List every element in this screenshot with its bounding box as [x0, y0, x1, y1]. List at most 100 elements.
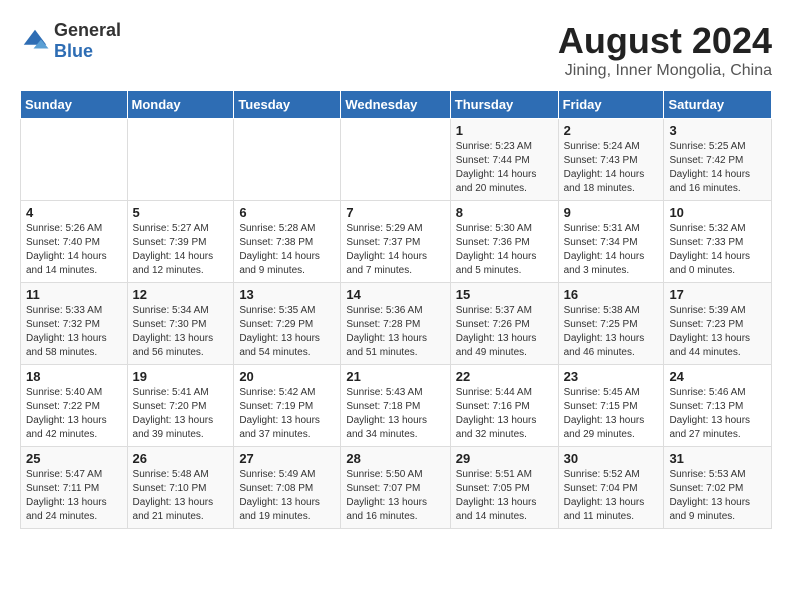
day-info: Sunrise: 5:26 AM Sunset: 7:40 PM Dayligh… [26, 222, 122, 278]
day-info: Sunrise: 5:50 AM Sunset: 7:07 PM Dayligh… [346, 468, 444, 524]
calendar-cell: 31 Sunrise: 5:53 AM Sunset: 7:02 PM Dayli… [664, 447, 772, 529]
column-header-saturday: Saturday [664, 91, 772, 119]
title-section: August 2024 Jining, Inner Mongolia, Chin… [558, 20, 772, 80]
day-info: Sunrise: 5:31 AM Sunset: 7:34 PM Dayligh… [564, 222, 659, 278]
calendar-header-row: SundayMondayTuesdayWednesdayThursdayFrid… [21, 91, 772, 119]
calendar-cell: 1Sunrise: 5:23 AM Sunset: 7:44 PM Daylig… [450, 119, 558, 201]
day-info: Sunrise: 5:48 AM Sunset: 7:10 PM Dayligh… [133, 468, 229, 524]
day-info: Sunrise: 5:46 AM Sunset: 7:13 PM Dayligh… [669, 386, 766, 442]
logo-icon [20, 26, 50, 56]
calendar-table: SundayMondayTuesdayWednesdayThursdayFrid… [20, 90, 772, 529]
calendar-cell: 18 Sunrise: 5:40 AM Sunset: 7:22 PM Dayli… [21, 365, 128, 447]
calendar-cell: 14 Sunrise: 5:36 AM Sunset: 7:28 PM Dayli… [341, 283, 450, 365]
calendar-cell: 20 Sunrise: 5:42 AM Sunset: 7:19 PM Dayli… [234, 365, 341, 447]
calendar-week-row: 4 Sunrise: 5:26 AM Sunset: 7:40 PM Daylig… [21, 201, 772, 283]
day-info: Sunrise: 5:44 AM Sunset: 7:16 PM Dayligh… [456, 386, 553, 442]
day-number: 30 [564, 451, 659, 466]
day-info: Sunrise: 5:24 AM Sunset: 7:43 PM Dayligh… [564, 140, 659, 196]
calendar-cell: 28Sunrise: 5:50 AM Sunset: 7:07 PM Dayli… [341, 447, 450, 529]
calendar-cell [127, 119, 234, 201]
calendar-week-row: 1Sunrise: 5:23 AM Sunset: 7:44 PM Daylig… [21, 119, 772, 201]
day-number: 19 [133, 369, 229, 384]
calendar-week-row: 25 Sunrise: 5:47 AM Sunset: 7:11 PM Dayli… [21, 447, 772, 529]
calendar-cell: 25 Sunrise: 5:47 AM Sunset: 7:11 PM Dayli… [21, 447, 128, 529]
day-info: Sunrise: 5:49 AM Sunset: 7:08 PM Dayligh… [239, 468, 335, 524]
day-number: 15 [456, 287, 553, 302]
day-info: Sunrise: 5:42 AM Sunset: 7:19 PM Dayligh… [239, 386, 335, 442]
month-year-title: August 2024 [558, 20, 772, 62]
calendar-cell: 27 Sunrise: 5:49 AM Sunset: 7:08 PM Dayli… [234, 447, 341, 529]
day-info: Sunrise: 5:33 AM Sunset: 7:32 PM Dayligh… [26, 304, 122, 360]
day-info: Sunrise: 5:27 AM Sunset: 7:39 PM Dayligh… [133, 222, 229, 278]
calendar-cell: 9Sunrise: 5:31 AM Sunset: 7:34 PM Daylig… [558, 201, 664, 283]
day-info: Sunrise: 5:45 AM Sunset: 7:15 PM Dayligh… [564, 386, 659, 442]
day-number: 16 [564, 287, 659, 302]
day-info: Sunrise: 5:34 AM Sunset: 7:30 PM Dayligh… [133, 304, 229, 360]
page-header: General Blue August 2024 Jining, Inner M… [20, 20, 772, 80]
logo-blue: Blue [54, 41, 93, 61]
day-info: Sunrise: 5:47 AM Sunset: 7:11 PM Dayligh… [26, 468, 122, 524]
calendar-cell: 15 Sunrise: 5:37 AM Sunset: 7:26 PM Dayli… [450, 283, 558, 365]
calendar-week-row: 11 Sunrise: 5:33 AM Sunset: 7:32 PM Dayli… [21, 283, 772, 365]
calendar-cell [341, 119, 450, 201]
calendar-cell: 8Sunrise: 5:30 AM Sunset: 7:36 PM Daylig… [450, 201, 558, 283]
day-info: Sunrise: 5:53 AM Sunset: 7:02 PM Dayligh… [669, 468, 766, 524]
day-info: Sunrise: 5:35 AM Sunset: 7:29 PM Dayligh… [239, 304, 335, 360]
day-number: 22 [456, 369, 553, 384]
calendar-cell: 16Sunrise: 5:38 AM Sunset: 7:25 PM Dayli… [558, 283, 664, 365]
day-number: 12 [133, 287, 229, 302]
day-number: 4 [26, 205, 122, 220]
day-number: 21 [346, 369, 444, 384]
calendar-cell: 5Sunrise: 5:27 AM Sunset: 7:39 PM Daylig… [127, 201, 234, 283]
location-subtitle: Jining, Inner Mongolia, China [558, 62, 772, 80]
column-header-tuesday: Tuesday [234, 91, 341, 119]
day-number: 26 [133, 451, 229, 466]
day-number: 2 [564, 123, 659, 138]
logo-general: General [54, 20, 121, 40]
calendar-cell: 10 Sunrise: 5:32 AM Sunset: 7:33 PM Dayli… [664, 201, 772, 283]
calendar-cell: 21 Sunrise: 5:43 AM Sunset: 7:18 PM Dayli… [341, 365, 450, 447]
day-info: Sunrise: 5:32 AM Sunset: 7:33 PM Dayligh… [669, 222, 766, 278]
day-number: 1 [456, 123, 553, 138]
day-number: 6 [239, 205, 335, 220]
calendar-cell: 29Sunrise: 5:51 AM Sunset: 7:05 PM Dayli… [450, 447, 558, 529]
day-info: Sunrise: 5:39 AM Sunset: 7:23 PM Dayligh… [669, 304, 766, 360]
day-info: Sunrise: 5:28 AM Sunset: 7:38 PM Dayligh… [239, 222, 335, 278]
calendar-cell: 17 Sunrise: 5:39 AM Sunset: 7:23 PM Dayli… [664, 283, 772, 365]
day-info: Sunrise: 5:30 AM Sunset: 7:36 PM Dayligh… [456, 222, 553, 278]
day-number: 18 [26, 369, 122, 384]
calendar-cell: 12 Sunrise: 5:34 AM Sunset: 7:30 PM Dayli… [127, 283, 234, 365]
day-info: Sunrise: 5:25 AM Sunset: 7:42 PM Dayligh… [669, 140, 766, 196]
day-number: 25 [26, 451, 122, 466]
day-number: 11 [26, 287, 122, 302]
day-number: 20 [239, 369, 335, 384]
day-info: Sunrise: 5:41 AM Sunset: 7:20 PM Dayligh… [133, 386, 229, 442]
day-number: 31 [669, 451, 766, 466]
calendar-cell: 7Sunrise: 5:29 AM Sunset: 7:37 PM Daylig… [341, 201, 450, 283]
day-number: 27 [239, 451, 335, 466]
day-number: 29 [456, 451, 553, 466]
calendar-cell: 6 Sunrise: 5:28 AM Sunset: 7:38 PM Daylig… [234, 201, 341, 283]
day-info: Sunrise: 5:36 AM Sunset: 7:28 PM Dayligh… [346, 304, 444, 360]
calendar-cell: 30Sunrise: 5:52 AM Sunset: 7:04 PM Dayli… [558, 447, 664, 529]
day-info: Sunrise: 5:43 AM Sunset: 7:18 PM Dayligh… [346, 386, 444, 442]
calendar-cell: 19 Sunrise: 5:41 AM Sunset: 7:20 PM Dayli… [127, 365, 234, 447]
column-header-sunday: Sunday [21, 91, 128, 119]
day-number: 17 [669, 287, 766, 302]
day-number: 13 [239, 287, 335, 302]
calendar-week-row: 18 Sunrise: 5:40 AM Sunset: 7:22 PM Dayli… [21, 365, 772, 447]
calendar-cell [234, 119, 341, 201]
calendar-cell: 11 Sunrise: 5:33 AM Sunset: 7:32 PM Dayli… [21, 283, 128, 365]
day-number: 10 [669, 205, 766, 220]
day-number: 14 [346, 287, 444, 302]
day-number: 7 [346, 205, 444, 220]
day-info: Sunrise: 5:40 AM Sunset: 7:22 PM Dayligh… [26, 386, 122, 442]
column-header-friday: Friday [558, 91, 664, 119]
calendar-cell: 2 Sunrise: 5:24 AM Sunset: 7:43 PM Daylig… [558, 119, 664, 201]
calendar-cell: 13 Sunrise: 5:35 AM Sunset: 7:29 PM Dayli… [234, 283, 341, 365]
calendar-cell [21, 119, 128, 201]
day-number: 3 [669, 123, 766, 138]
calendar-cell: 3 Sunrise: 5:25 AM Sunset: 7:42 PM Daylig… [664, 119, 772, 201]
day-info: Sunrise: 5:37 AM Sunset: 7:26 PM Dayligh… [456, 304, 553, 360]
logo: General Blue [20, 20, 121, 62]
